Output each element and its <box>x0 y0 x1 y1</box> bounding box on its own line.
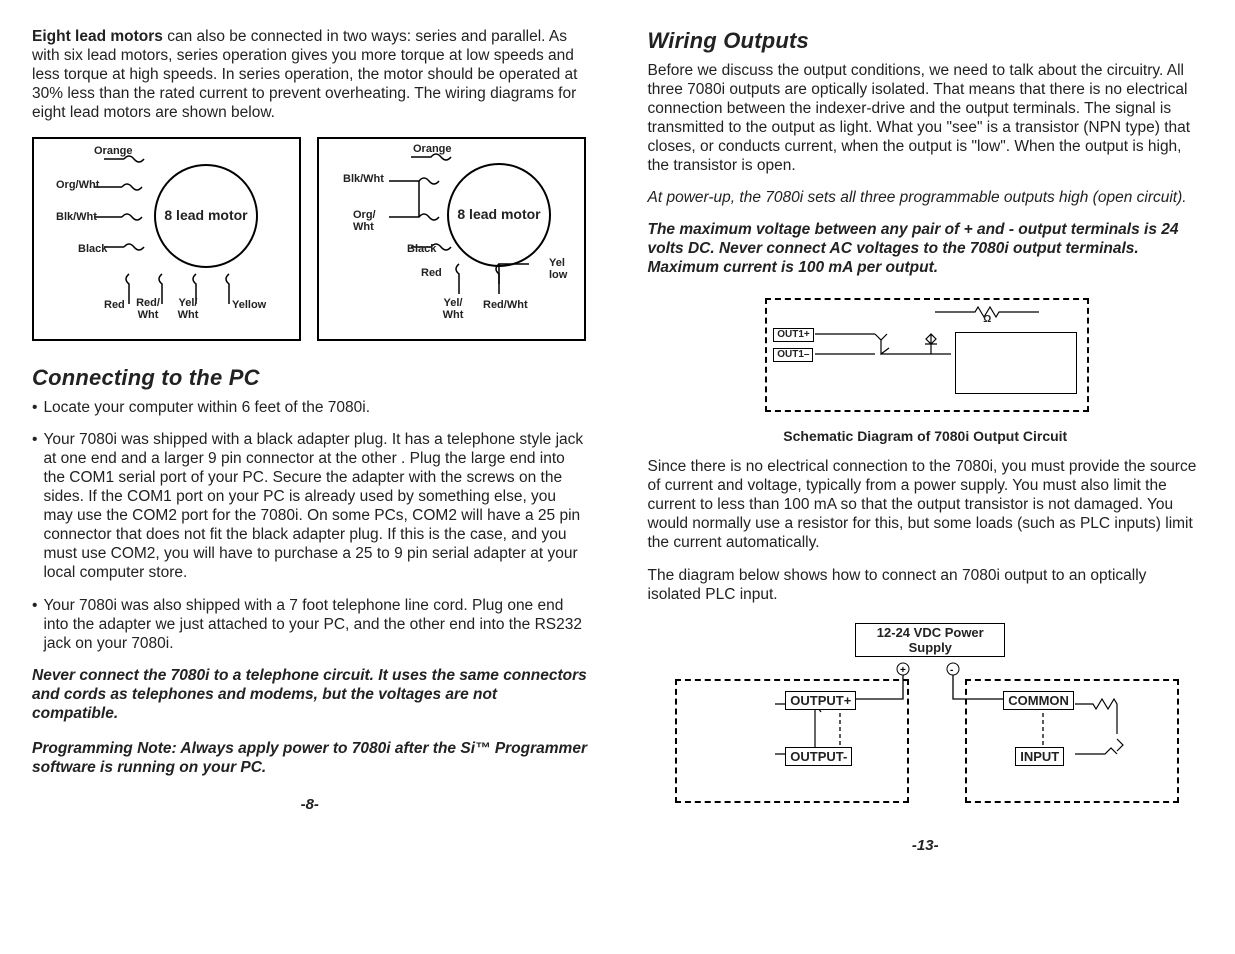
ohm-icon: Ω <box>983 314 991 325</box>
motor-diagram-a: 8 lead motor Orange Org/Wht Blk/Wht Blac… <box>32 137 301 341</box>
lbl-red-b: Red <box>421 267 442 279</box>
schematic-wrap: OUT1+ OUT1– Ω Schematic Diagram of 7080i… <box>648 294 1204 444</box>
bullet-dot-icon: • <box>32 431 37 582</box>
plc-diagram: 12-24 VDC Power Supply + - OUTPUT+ OUTPU… <box>665 619 1185 819</box>
wiring-p2: Since there is no electrical connection … <box>648 458 1204 553</box>
bullet-1: • Locate your computer within 6 feet of … <box>32 399 588 418</box>
lbl-yelwht-a: Yel/ Wht <box>174 297 202 321</box>
bullet-1-text: Locate your computer within 6 feet of th… <box>43 399 370 418</box>
bullet-3-text: Your 7080i was also shipped with a 7 foo… <box>43 597 587 654</box>
lbl-redwht-a: Red/ Wht <box>134 297 162 321</box>
lbl-blkwht-a: Blk/Wht <box>56 211 97 223</box>
eight-lead-intro: Eight lead motors can also be connected … <box>32 28 588 123</box>
bullet-2: • Your 7080i was shipped with a black ad… <box>32 431 588 582</box>
lbl-redwht-b: Red/Wht <box>483 299 528 311</box>
page-left: Eight lead motors can also be connected … <box>32 28 588 854</box>
lbl-yellow-a: Yellow <box>232 299 266 311</box>
lbl-black-b: Black <box>407 243 436 255</box>
input-terminal: INPUT <box>1015 747 1064 766</box>
motor-circle-b: 8 lead motor <box>447 163 551 267</box>
svg-text:+: + <box>900 665 906 676</box>
lbl-black-a: Black <box>78 243 107 255</box>
lbl-orange-b: Orange <box>413 143 452 155</box>
bullet-dot-icon: • <box>32 399 37 418</box>
output-plus-terminal: OUTPUT+ <box>785 691 856 710</box>
lbl-blkwht-b: Blk/Wht <box>343 173 384 185</box>
output-schematic: OUT1+ OUT1– Ω <box>755 294 1095 424</box>
page-number-right: -13- <box>648 837 1204 854</box>
bullet-2-text: Your 7080i was shipped with a black adap… <box>43 431 587 582</box>
warning-telephone: Never connect the 7080i to a telephone c… <box>32 667 588 724</box>
voltage-warning: The maximum voltage between any pair of … <box>648 221 1204 278</box>
output-minus-terminal: OUTPUT- <box>785 747 852 766</box>
lbl-orgwht-b: Org/ Wht <box>353 209 383 233</box>
powerup-note: At power-up, the 7080i sets all three pr… <box>648 189 1204 207</box>
terminal-out1-plus: OUT1+ <box>773 328 814 342</box>
motor-diagram-b: 8 lead motor Orange Blk/Wht Org/ Wht Bla… <box>317 137 586 341</box>
page-number-left: -8- <box>32 796 588 813</box>
heading-connecting-pc: Connecting to the PC <box>32 365 588 391</box>
lbl-orgwht-a: Org/Wht <box>56 179 99 191</box>
bullet-dot-icon: • <box>32 597 37 654</box>
wiring-p1: Before we discuss the output conditions,… <box>648 62 1204 175</box>
svg-text:-: - <box>950 665 953 676</box>
wiring-p3: The diagram below shows how to connect a… <box>648 567 1204 605</box>
bullet-3: • Your 7080i was also shipped with a 7 f… <box>32 597 588 654</box>
lbl-orange-a: Orange <box>94 145 133 157</box>
programming-note: Programming Note: Always apply power to … <box>32 740 588 778</box>
page-right: Wiring Outputs Before we discuss the out… <box>648 28 1204 854</box>
terminal-out1-minus: OUT1– <box>773 348 813 362</box>
lbl-red-a: Red <box>104 299 125 311</box>
intro-lead: Eight lead motors <box>32 28 163 45</box>
motor-diagram-row: 8 lead motor Orange Org/Wht Blk/Wht Blac… <box>32 137 588 341</box>
schematic-caption: Schematic Diagram of 7080i Output Circui… <box>648 428 1204 444</box>
lbl-yellow-b: Yel low <box>549 257 573 281</box>
heading-wiring-outputs: Wiring Outputs <box>648 28 1204 54</box>
common-terminal: COMMON <box>1003 691 1074 710</box>
lbl-yelwht-b: Yel/ Wht <box>439 297 467 321</box>
motor-circle-a: 8 lead motor <box>154 164 258 268</box>
